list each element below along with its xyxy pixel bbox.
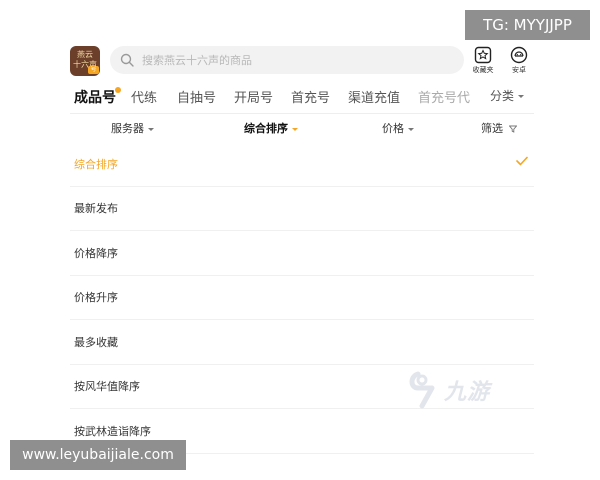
android-button[interactable]: 安卓 (504, 46, 534, 76)
tab-boosting[interactable]: 代练 (131, 87, 157, 106)
app-logo-badge: 号 (88, 66, 99, 74)
filter-label: 综合排序 (244, 122, 288, 135)
tab-finished-account[interactable]: 成品号 (74, 87, 121, 107)
filter-label: 服务器 (111, 122, 144, 135)
filter-label: 价格 (382, 122, 404, 135)
sort-option-label: 按风华值降序 (74, 380, 140, 394)
tab-label: 成品号 (74, 90, 116, 106)
watermark-logo-text: 九游 (444, 380, 491, 405)
category-label: 分类 (490, 89, 515, 103)
filter-sort[interactable]: 综合排序 (244, 120, 298, 136)
chevron-down-icon (292, 127, 298, 131)
divider (70, 113, 534, 114)
tab-starter-account[interactable]: 开局号 (234, 87, 273, 106)
filter-screen[interactable]: 筛选 (481, 120, 517, 136)
nine-game-logo-icon (409, 371, 435, 409)
chevron-down-icon (518, 95, 525, 98)
star-box-icon (474, 46, 492, 64)
chevron-down-icon (148, 127, 154, 131)
android-label: 安卓 (512, 66, 526, 74)
search-input[interactable] (142, 53, 442, 67)
sort-option-comprehensive[interactable]: 综合排序 (70, 142, 534, 187)
watermark-logo: 九游 (408, 368, 508, 412)
sort-option-label: 最新发布 (74, 202, 118, 216)
sort-option-most-favorited[interactable]: 最多收藏 (70, 320, 534, 365)
category-menu-button[interactable]: 分类 (490, 87, 525, 104)
favorites-button[interactable]: 收藏夹 (468, 46, 498, 76)
category-tabs: 成品号 代练 自抽号 开局号 首充号 渠道充值 首充号代 分类 (74, 87, 534, 107)
tab-self-draw[interactable]: 自抽号 (177, 87, 216, 106)
sort-option-label: 价格降序 (74, 246, 118, 260)
watermark-top-right: TG: MYYJJPP (465, 10, 590, 40)
tab-first-recharge-proxy[interactable]: 首充号代 (418, 87, 470, 106)
sort-option-label: 最多收藏 (74, 335, 118, 349)
checkmark-icon (516, 156, 528, 166)
filter-label: 筛选 (481, 122, 503, 135)
android-icon (510, 46, 528, 64)
chevron-down-icon (408, 127, 414, 131)
filter-server[interactable]: 服务器 (111, 120, 154, 136)
search-icon (120, 53, 134, 67)
sort-option-price-desc[interactable]: 价格降序 (70, 231, 534, 276)
sort-option-newest[interactable]: 最新发布 (70, 187, 534, 231)
sort-option-label: 按武林造诣降序 (74, 424, 151, 438)
search-bar[interactable] (110, 46, 464, 74)
sort-option-label: 价格升序 (74, 291, 118, 305)
tab-active-dot (115, 87, 121, 93)
tab-channel-recharge[interactable]: 渠道充值 (348, 87, 400, 106)
filter-price[interactable]: 价格 (382, 120, 414, 136)
tab-first-recharge[interactable]: 首充号 (291, 87, 330, 106)
sort-option-label: 综合排序 (74, 157, 118, 171)
sort-option-price-asc[interactable]: 价格升序 (70, 276, 534, 320)
app-logo: 燕云 十六声 号 (70, 46, 100, 76)
funnel-icon (508, 125, 517, 133)
watermark-bottom-left: www.leyubaijiale.com (10, 440, 186, 470)
app-logo-text-line1: 燕云 (77, 50, 93, 59)
filter-bar: 服务器 综合排序 价格 筛选 (70, 120, 534, 140)
favorites-label: 收藏夹 (472, 66, 494, 74)
